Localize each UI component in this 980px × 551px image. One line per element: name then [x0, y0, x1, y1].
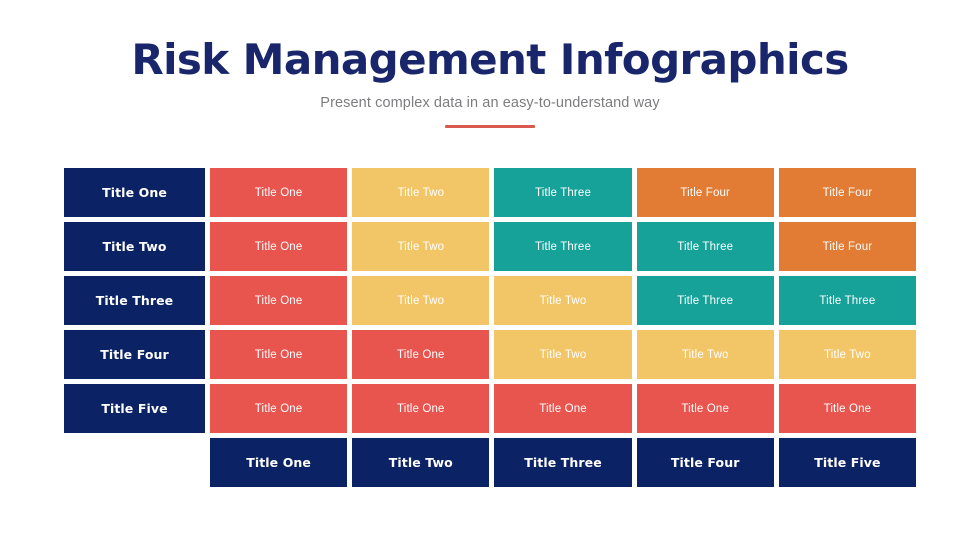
- page-subtitle: Present complex data in an easy-to-under…: [320, 95, 660, 112]
- matrix-row: Title Four Title One Title One Title Two Tit…: [64, 330, 917, 379]
- matrix-cell[interactable]: Title Two: [352, 276, 490, 325]
- matrix-cell[interactable]: Title One: [210, 168, 348, 217]
- matrix-cell[interactable]: Title Two: [352, 168, 490, 217]
- matrix-row: Title Three Title One Title Two Title Two Ti…: [64, 276, 917, 325]
- matrix-row: Title Five Title One Title One Title One Tit…: [64, 384, 917, 433]
- column-header-cell[interactable]: Title Four: [636, 438, 774, 487]
- column-header-cell[interactable]: Title One: [210, 438, 348, 487]
- matrix-cell[interactable]: Title One: [210, 222, 348, 271]
- matrix-cell[interactable]: Title Four: [778, 222, 917, 271]
- matrix-cell[interactable]: Title Two: [778, 330, 917, 379]
- matrix-row: Title Two Title One Title Two Title Three Ti…: [64, 222, 917, 271]
- matrix-cell[interactable]: Title One: [210, 276, 348, 325]
- matrix-cell[interactable]: Title Two: [636, 330, 774, 379]
- matrix-cell[interactable]: Title One: [352, 384, 490, 433]
- row-header-cell[interactable]: Title Two: [64, 222, 205, 271]
- matrix-cell[interactable]: Title Four: [778, 168, 917, 217]
- divider-wrap: [0, 125, 980, 129]
- row-header-cell[interactable]: Title Four: [64, 330, 205, 379]
- matrix-cell[interactable]: Title Two: [494, 330, 632, 379]
- risk-matrix: Title One Title One Title Two Title Three Ti…: [64, 168, 917, 487]
- matrix-footer-row: Title One Title Two Title Three Title Four T…: [64, 438, 917, 487]
- column-header-cell[interactable]: Title Two: [352, 438, 490, 487]
- matrix-cell[interactable]: Title One: [210, 330, 348, 379]
- row-header-cell[interactable]: Title Three: [64, 276, 205, 325]
- slide-canvas: Risk Management Infographics Present com…: [0, 0, 980, 551]
- matrix-cell[interactable]: Title Four: [636, 168, 774, 217]
- title-divider: [445, 125, 535, 129]
- matrix-cell[interactable]: Title One: [210, 384, 348, 433]
- matrix-cell[interactable]: Title One: [352, 330, 490, 379]
- matrix-cell[interactable]: Title Three: [636, 222, 774, 271]
- column-header-cell[interactable]: Title Five: [778, 438, 917, 487]
- matrix-cell[interactable]: Title Three: [494, 168, 632, 217]
- row-header-cell[interactable]: Title One: [64, 168, 205, 217]
- matrix-cell[interactable]: Title Three: [778, 276, 917, 325]
- matrix-corner-spacer: [64, 438, 205, 487]
- slide-header: Risk Management Infographics Present com…: [0, 0, 980, 129]
- matrix-cell[interactable]: Title One: [778, 384, 917, 433]
- page-title: Risk Management Infographics: [131, 35, 849, 84]
- matrix-cell[interactable]: Title Three: [636, 276, 774, 325]
- column-header-cell[interactable]: Title Three: [494, 438, 632, 487]
- matrix-cell[interactable]: Title Three: [494, 222, 632, 271]
- matrix-cell[interactable]: Title One: [494, 384, 632, 433]
- matrix-cell[interactable]: Title Two: [494, 276, 632, 325]
- matrix-cell[interactable]: Title Two: [352, 222, 490, 271]
- matrix-row: Title One Title One Title Two Title Three Ti…: [64, 168, 917, 217]
- matrix-cell[interactable]: Title One: [636, 384, 774, 433]
- row-header-cell[interactable]: Title Five: [64, 384, 205, 433]
